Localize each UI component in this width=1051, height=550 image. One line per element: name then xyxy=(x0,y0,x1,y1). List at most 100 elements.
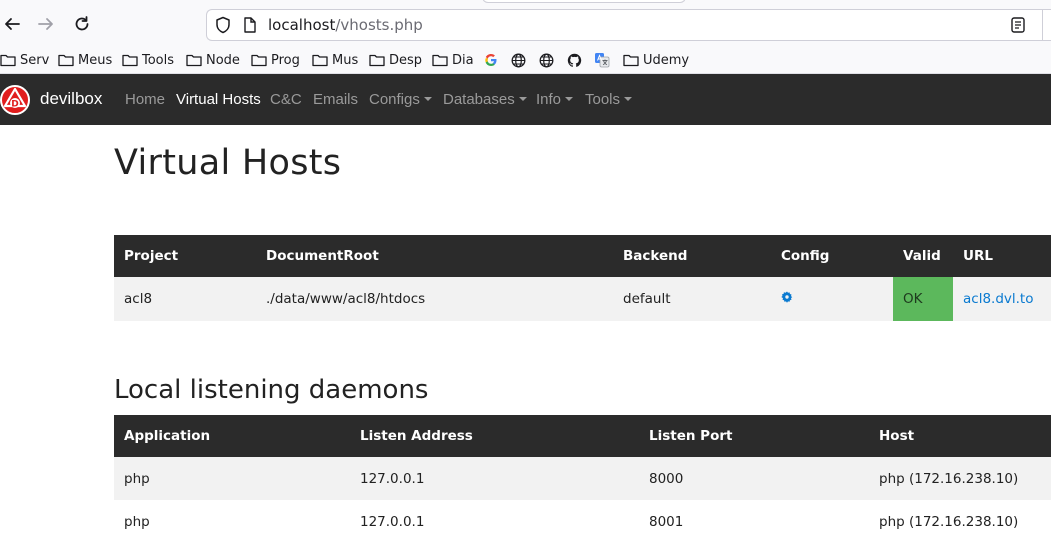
folder-icon xyxy=(58,54,74,67)
gear-icon[interactable] xyxy=(781,291,793,307)
table-row: php 127.0.0.1 8000 php (172.16.238.10) xyxy=(114,457,1051,500)
url-path: /vhosts.php xyxy=(335,16,423,34)
backend-cell: default xyxy=(623,291,671,307)
host-cell: php (172.16.238.10) xyxy=(879,470,1019,487)
caret-down-icon xyxy=(518,97,527,101)
column-header: Backend xyxy=(623,248,688,264)
caret-down-icon xyxy=(423,97,432,101)
bookmark-label: Dia xyxy=(452,52,474,68)
table-row: acl8 ./data/www/acl8/htdocs default OK a… xyxy=(114,277,1051,321)
column-header: Config xyxy=(781,248,830,264)
globe-icon xyxy=(511,53,526,67)
folder-icon xyxy=(623,54,639,67)
nav-info-label: Info xyxy=(536,91,562,108)
bookmark-prog[interactable]: Prog xyxy=(251,51,300,69)
bookmark-translate[interactable] xyxy=(594,51,613,69)
svg-text:D: D xyxy=(11,100,18,110)
nav-tools-label: Tools xyxy=(585,91,621,108)
reader-view-icon[interactable] xyxy=(1011,17,1025,37)
page-title: Virtual Hosts xyxy=(114,143,342,183)
url-cell: acl8.dvl.to xyxy=(953,277,1051,321)
bookmark-serv[interactable]: Serv xyxy=(0,51,49,69)
nav-home[interactable]: Home xyxy=(125,91,165,108)
url-divider xyxy=(1042,10,1051,40)
folder-icon xyxy=(312,54,328,67)
listen-address-cell: 127.0.0.1 xyxy=(360,470,425,487)
daemons-table: Application Listen Address Listen Port H… xyxy=(114,415,1051,543)
url-host: localhost xyxy=(268,16,336,34)
bookmark-globe-1[interactable] xyxy=(511,51,529,69)
url-bar[interactable]: localhost/vhosts.php xyxy=(206,9,1051,41)
listen-address-cell: 127.0.0.1 xyxy=(360,513,425,530)
github-icon xyxy=(567,53,582,67)
bookmark-label: Tools xyxy=(142,52,175,68)
nav-virtual-hosts[interactable]: Virtual Hosts xyxy=(176,91,261,108)
bookmark-github[interactable] xyxy=(567,51,585,69)
project-cell: acl8 xyxy=(124,291,153,307)
bookmark-label: Udemy xyxy=(643,52,690,68)
nav-configs-dropdown[interactable]: Configs xyxy=(369,91,432,108)
forward-icon[interactable] xyxy=(34,12,58,36)
url-text[interactable]: localhost/vhosts.php xyxy=(268,16,423,34)
document-root-cell: ./data/www/acl8/htdocs xyxy=(266,291,426,307)
bookmark-node[interactable]: Node xyxy=(186,51,240,69)
back-icon[interactable] xyxy=(0,12,24,36)
application-cell: php xyxy=(124,470,150,487)
nav-databases-label: Databases xyxy=(443,91,515,108)
bookmark-udemy[interactable]: Udemy xyxy=(623,51,689,69)
bookmark-label: Serv xyxy=(20,52,50,68)
reload-icon[interactable] xyxy=(70,12,94,36)
listen-port-cell: 8001 xyxy=(649,513,684,530)
folder-icon xyxy=(369,54,385,67)
nav-info-dropdown[interactable]: Info xyxy=(536,91,574,108)
devilbox-logo-icon[interactable]: D xyxy=(0,84,32,120)
bookmark-mus[interactable]: Mus xyxy=(312,51,358,69)
valid-status-badge: OK xyxy=(893,277,953,321)
column-header: Application xyxy=(124,428,211,444)
listen-port-cell: 8000 xyxy=(649,470,684,487)
config-cell xyxy=(771,277,893,321)
daemons-section-title: Local listening daemons xyxy=(114,375,429,405)
folder-icon xyxy=(0,54,16,67)
nav-cnc[interactable]: C&C xyxy=(270,91,302,108)
nav-tools-dropdown[interactable]: Tools xyxy=(585,91,633,108)
nav-databases-dropdown[interactable]: Databases xyxy=(443,91,527,108)
column-header: Listen Port xyxy=(649,428,733,444)
bookmark-google[interactable] xyxy=(484,51,501,69)
bookmark-desp[interactable]: Desp xyxy=(369,51,422,69)
site-navbar: D devilbox Home Virtual Hosts C&C Emails… xyxy=(0,74,1051,125)
column-header: DocumentRoot xyxy=(266,248,379,264)
bookmark-label: Node xyxy=(206,52,240,68)
brand-name[interactable]: devilbox xyxy=(40,89,102,109)
host-cell: php (172.16.238.10) xyxy=(879,513,1019,530)
page-info-icon[interactable] xyxy=(243,17,257,37)
translate-icon xyxy=(595,53,610,68)
globe-icon xyxy=(539,53,554,67)
bookmark-tools[interactable]: Tools xyxy=(122,51,174,69)
bookmark-label: Desp xyxy=(389,52,423,68)
active-tab-edge[interactable] xyxy=(482,0,686,3)
caret-down-icon xyxy=(624,97,633,101)
table-header-row: Application Listen Address Listen Port H… xyxy=(114,415,1051,457)
column-header: URL xyxy=(963,248,993,264)
table-header-row: Project DocumentRoot Backend Config Vali… xyxy=(114,235,1051,277)
vhost-url-link[interactable]: acl8.dvl.to xyxy=(963,291,1033,307)
bookmark-dia[interactable]: Dia xyxy=(432,51,474,69)
vhosts-table: Project DocumentRoot Backend Config Vali… xyxy=(114,235,1051,321)
nav-configs-label: Configs xyxy=(369,91,420,108)
bookmark-label: Mus xyxy=(332,52,359,68)
folder-icon xyxy=(251,54,267,67)
caret-down-icon xyxy=(565,97,574,101)
shield-icon[interactable] xyxy=(215,16,231,38)
bookmark-label: Prog xyxy=(271,52,300,68)
folder-icon xyxy=(186,54,202,67)
folder-icon xyxy=(122,54,138,67)
column-header: Valid xyxy=(903,248,941,264)
bookmark-globe-2[interactable] xyxy=(539,51,557,69)
table-row: php 127.0.0.1 8001 php (172.16.238.10) xyxy=(114,500,1051,543)
nav-emails[interactable]: Emails xyxy=(313,91,358,108)
folder-icon xyxy=(432,54,448,67)
bookmark-meus[interactable]: Meus xyxy=(58,51,112,69)
browser-toolbar: localhost/vhosts.php xyxy=(0,0,1051,45)
column-header: Host xyxy=(879,428,915,444)
